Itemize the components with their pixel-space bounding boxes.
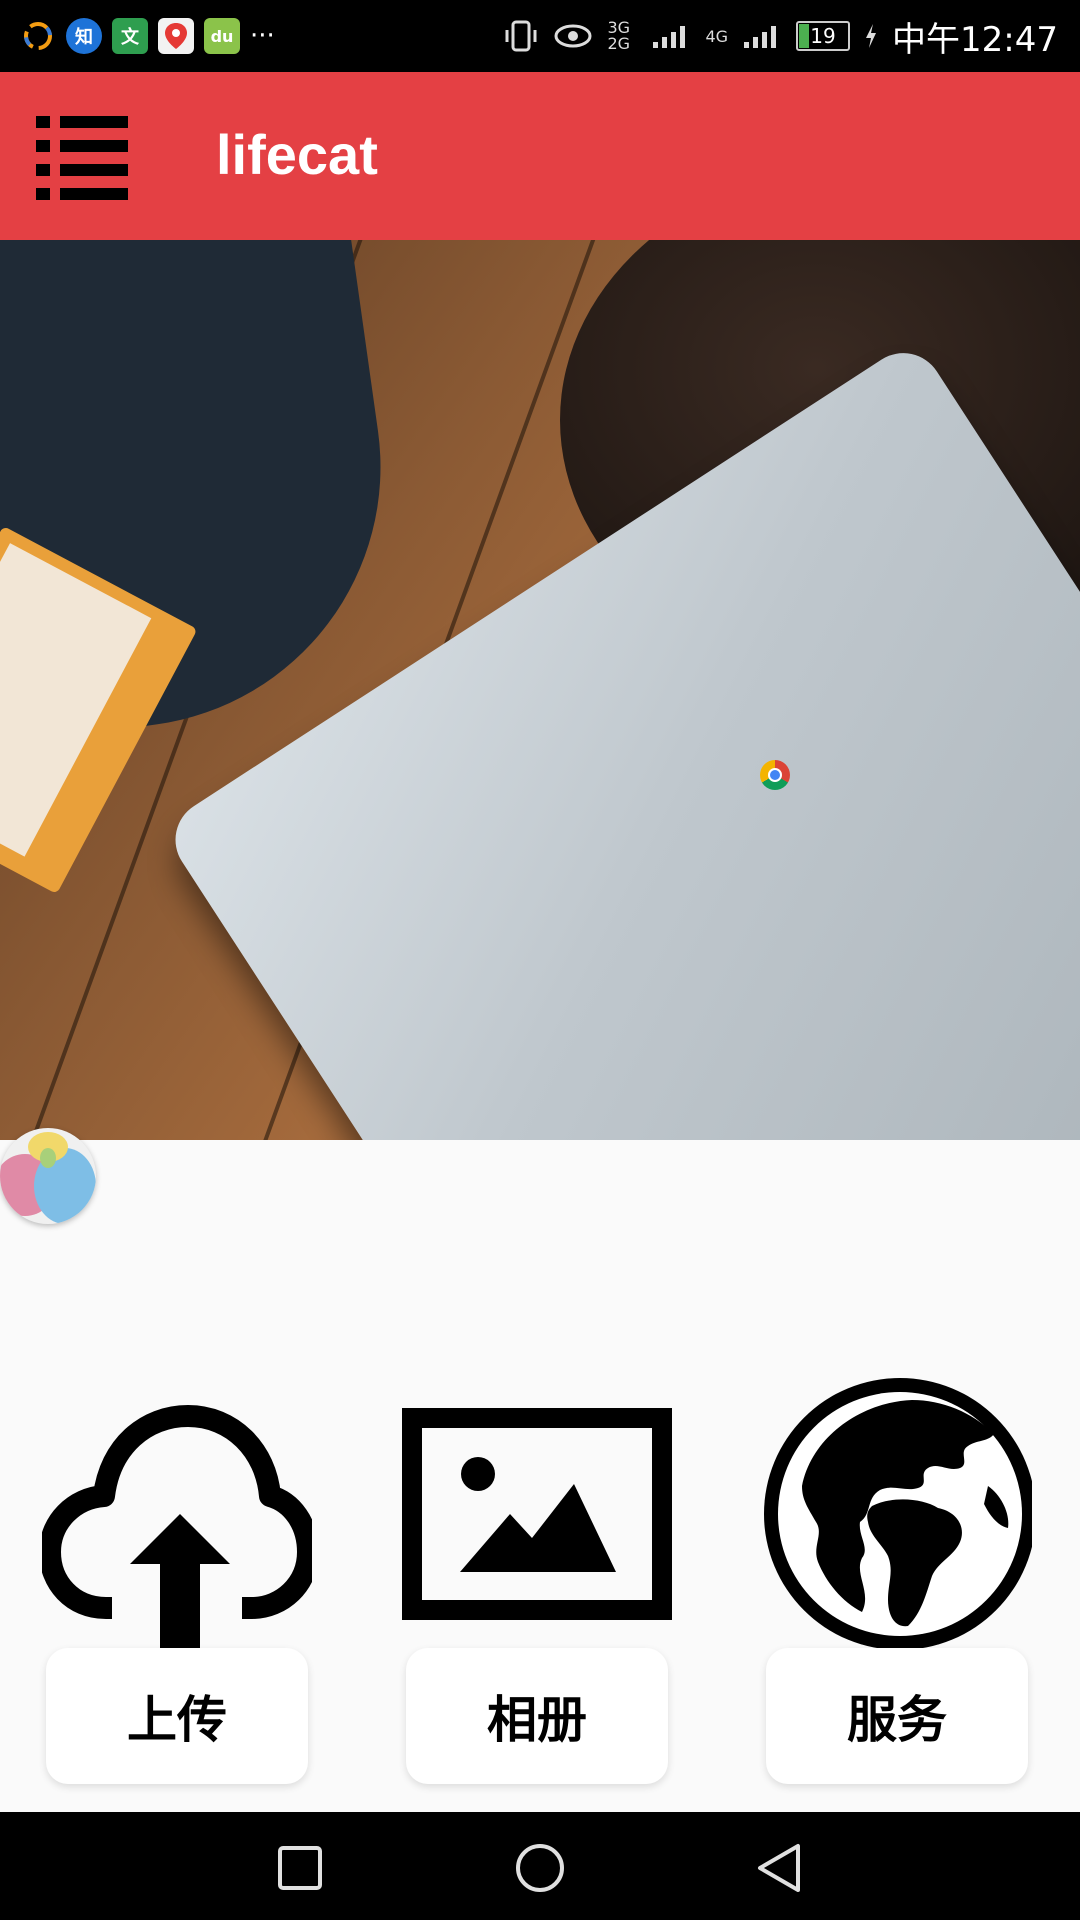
image-gallery-icon [402, 1408, 672, 1620]
navigation-bar [0, 1812, 1080, 1920]
menu-button[interactable] [30, 112, 134, 200]
notification-icons: 知 文 du ··· [20, 16, 275, 56]
zhihu-icon: 知 [66, 18, 102, 54]
maps-icon [158, 18, 194, 54]
app-title: lifecat [216, 123, 378, 186]
battery-indicator: 19 [796, 21, 851, 51]
clock: 中午12:47 [892, 19, 1058, 60]
home-circle-icon[interactable] [512, 1840, 568, 1896]
floating-avatar[interactable] [0, 1128, 96, 1224]
status-bar: 知 文 du ··· 3G 2G 4G 19 中午12:47 [0, 0, 1080, 72]
upload-button[interactable]: 上传 [46, 1648, 308, 1784]
globe-icon [764, 1378, 1032, 1650]
network-type-2: 4G [705, 26, 729, 46]
service-button[interactable]: 服务 [766, 1648, 1028, 1784]
wen-icon: 文 [112, 18, 148, 54]
recents-square-icon[interactable] [272, 1840, 328, 1896]
charging-icon [866, 24, 877, 48]
back-triangle-icon[interactable] [752, 1840, 808, 1896]
system-status: 3G 2G 4G 19 中午12:47 [503, 14, 1058, 60]
chrome-logo [760, 760, 790, 790]
more-notifications: ··· [250, 21, 275, 51]
vibrate-icon [505, 20, 537, 52]
menu-list-icon [36, 116, 128, 200]
app-bar: lifecat [0, 72, 1080, 240]
eye-comfort-icon [554, 24, 592, 48]
baidu-du-icon: du [204, 18, 240, 54]
signal-icon-2 [744, 26, 777, 48]
signal-icon-1 [653, 26, 686, 48]
banner-image [0, 240, 1080, 1140]
circle-app-icon [20, 18, 56, 54]
network-type-1: 3G 2G [607, 18, 631, 53]
cloud-upload-icon [42, 1405, 312, 1652]
gallery-button[interactable]: 相册 [406, 1648, 668, 1784]
